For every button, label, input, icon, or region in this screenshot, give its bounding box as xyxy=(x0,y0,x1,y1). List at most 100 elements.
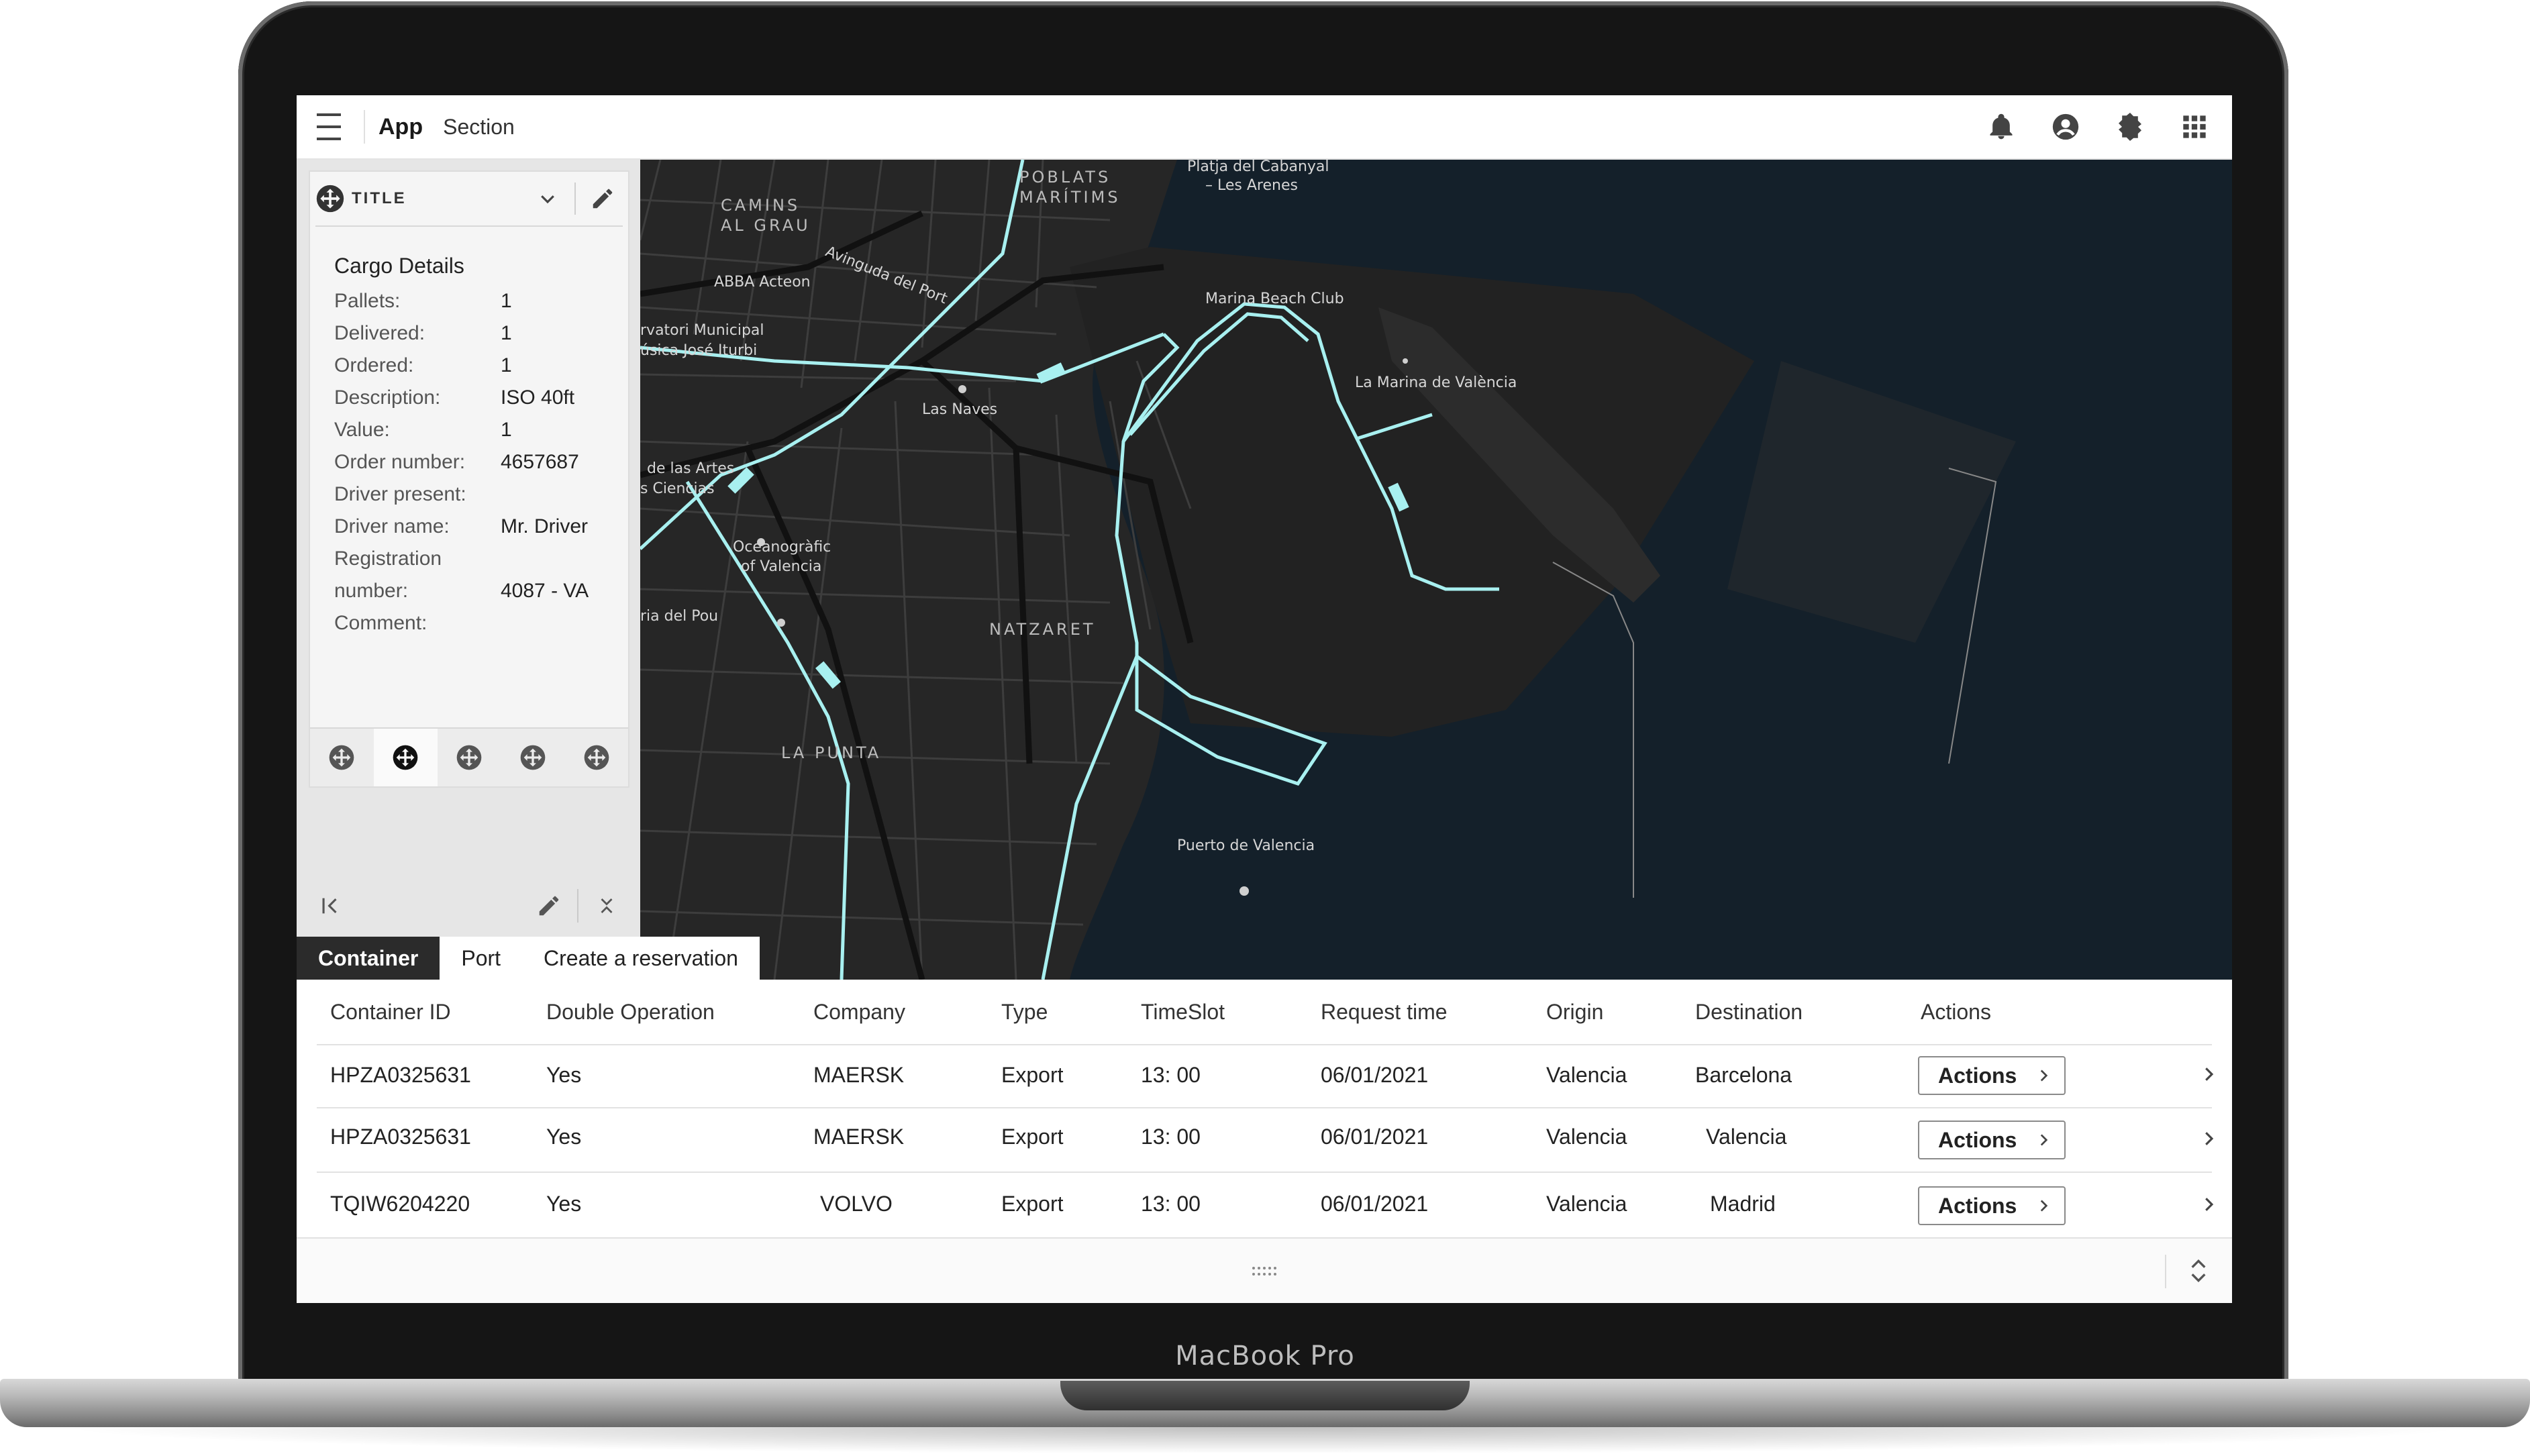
cell-type: Export xyxy=(1001,1192,1064,1216)
move-icon xyxy=(456,745,482,770)
cargo-label-delivered: Delivered: xyxy=(334,322,425,344)
cargo-value-driver-name: Mr. Driver xyxy=(501,515,588,537)
cell-origin: Valencia xyxy=(1546,1192,1627,1216)
bell-icon[interactable] xyxy=(1969,95,2033,159)
cargo-label-order-number: Order number: xyxy=(334,451,466,473)
map-label-conservatori: rvatori Municipal xyxy=(640,322,764,339)
column-header-actions: Actions xyxy=(1921,1000,1991,1024)
toolbar-button-4[interactable] xyxy=(501,729,564,786)
cargo-label-driver-present: Driver present: xyxy=(334,483,466,505)
cell-destination: Barcelona xyxy=(1695,1063,1792,1087)
info-card: TITLE Cargo Details Pallets: 1 Delivered… xyxy=(309,170,629,788)
chevron-right-icon xyxy=(2040,1200,2048,1212)
cell-company: MAERSK xyxy=(813,1125,905,1149)
cargo-label-pallets: Pallets: xyxy=(334,290,401,312)
map-dock-area xyxy=(1727,361,2016,643)
panel-edit-icon[interactable] xyxy=(529,886,569,926)
container-table: Container ID Double Operation Company Ty… xyxy=(297,980,2232,1239)
row-expand-icon[interactable] xyxy=(2198,1129,2219,1149)
map-label-cabanyal: Platja del Cabanyal xyxy=(1187,160,1329,175)
column-header-company: Company xyxy=(813,1000,905,1024)
map-label-natzaret: NATZARET xyxy=(989,620,1096,639)
map-label-puerto: Puerto de Valencia xyxy=(1177,837,1315,854)
menu-icon[interactable] xyxy=(297,95,361,159)
map-label-pou: ria del Pou xyxy=(640,608,719,625)
toolbar-button-2[interactable] xyxy=(373,729,438,786)
row-expand-icon[interactable] xyxy=(2198,1194,2219,1214)
cell-timeslot: 13: 00 xyxy=(1141,1063,1201,1087)
cargo-label-driver-name: Driver name: xyxy=(334,515,450,537)
toolbar-button-3[interactable] xyxy=(438,729,501,786)
cargo-value-pallets: 1 xyxy=(501,290,512,312)
move-icon xyxy=(330,745,354,770)
header-divider xyxy=(364,110,365,144)
toolbar-button-1[interactable] xyxy=(310,729,374,786)
actions-button[interactable]: Actions xyxy=(1918,1056,2066,1095)
cargo-label-registration: Registration xyxy=(334,548,442,570)
cargo-label-ordered: Ordered: xyxy=(334,354,414,376)
laptop-notch xyxy=(1060,1381,1470,1410)
chevron-right-icon xyxy=(2040,1070,2048,1082)
column-header-request-time: Request time xyxy=(1321,1000,1448,1024)
toolbar-button-5[interactable] xyxy=(564,729,628,786)
edit-icon[interactable] xyxy=(583,178,623,219)
map-label-las-naves: Las Naves xyxy=(922,401,998,418)
table-row[interactable]: HPZA0325631 Yes MAERSK Export 13: 00 06/… xyxy=(317,1107,2214,1173)
apps-grid-icon[interactable] xyxy=(2162,95,2227,159)
map-view[interactable]: POBLATS MARÍTIMS CAMINS AL GRAU Platja d… xyxy=(640,160,2232,980)
app-name: App xyxy=(378,113,423,140)
actions-button[interactable]: Actions xyxy=(1918,1186,2066,1225)
map-label-oceanografic-2: of Valencia xyxy=(741,558,822,575)
panel-footer xyxy=(297,876,640,935)
cell-company: MAERSK xyxy=(813,1063,905,1087)
column-header-double-operation: Double Operation xyxy=(546,1000,715,1024)
collapse-left-icon[interactable] xyxy=(310,886,350,926)
card-toolbar xyxy=(310,727,628,786)
side-panel: TITLE Cargo Details Pallets: 1 Delivered… xyxy=(297,160,640,980)
move-icon xyxy=(584,745,609,770)
theme-icon[interactable] xyxy=(2098,95,2162,159)
app-header: App Section xyxy=(297,95,2232,160)
cargo-value-order-number: 4657687 xyxy=(501,451,579,473)
cargo-value-description: ISO 40ft xyxy=(501,386,575,409)
tab-container[interactable]: Container xyxy=(297,937,440,980)
drag-handle-icon[interactable] xyxy=(1251,1265,1278,1278)
section-name[interactable]: Section xyxy=(443,115,515,140)
map-label-musica: úsica José Iturbi xyxy=(640,342,758,359)
cell-container-id: TQIW6204220 xyxy=(330,1192,470,1216)
cargo-label-registration-number: number: xyxy=(334,580,409,602)
cargo-value-ordered: 1 xyxy=(501,354,512,376)
column-header-container-id: Container ID xyxy=(330,1000,451,1024)
cell-timeslot: 13: 00 xyxy=(1141,1192,1201,1216)
cell-double-operation: Yes xyxy=(546,1125,582,1149)
table-row[interactable]: TQIW6204220 Yes VOLVO Export 13: 00 06/0… xyxy=(317,1172,2214,1239)
cell-timeslot: 13: 00 xyxy=(1141,1125,1201,1149)
tab-create-reservation[interactable]: Create a reservation xyxy=(522,937,760,980)
chevron-down-icon[interactable] xyxy=(527,178,568,219)
column-header-type: Type xyxy=(1001,1000,1048,1024)
cargo-value-registration-number: 4087 - VA xyxy=(501,580,589,602)
device-label: MacBook Pro xyxy=(1175,1341,1355,1371)
cell-type: Export xyxy=(1001,1125,1064,1149)
cell-double-operation: Yes xyxy=(546,1063,582,1087)
card-title: TITLE xyxy=(352,189,407,207)
footer-divider xyxy=(2165,1255,2166,1288)
map-label-camins: CAMINS xyxy=(721,196,801,215)
cell-origin: Valencia xyxy=(1546,1125,1627,1149)
column-header-destination: Destination xyxy=(1695,1000,1803,1024)
tab-port[interactable]: Port xyxy=(440,937,523,980)
account-icon[interactable] xyxy=(2033,95,2098,159)
map-label-oceanografic: Oceanogràfic xyxy=(733,539,831,556)
table-row[interactable]: HPZA0325631 Yes MAERSK Export 13: 00 06/… xyxy=(317,1044,2214,1108)
actions-button[interactable]: Actions xyxy=(1918,1121,2066,1159)
row-expand-icon[interactable] xyxy=(2198,1064,2219,1084)
cargo-label-comment: Comment: xyxy=(334,612,427,634)
cell-container-id: HPZA0325631 xyxy=(330,1063,471,1087)
card-header: TITLE xyxy=(315,172,623,227)
actions-button-label: Actions xyxy=(1938,1063,2017,1088)
collapse-vertical-icon[interactable] xyxy=(587,886,627,926)
move-icon xyxy=(316,185,344,213)
cargo-label-description: Description: xyxy=(334,386,441,409)
cell-double-operation: Yes xyxy=(546,1192,582,1216)
expand-collapse-icon[interactable] xyxy=(2188,1257,2209,1284)
